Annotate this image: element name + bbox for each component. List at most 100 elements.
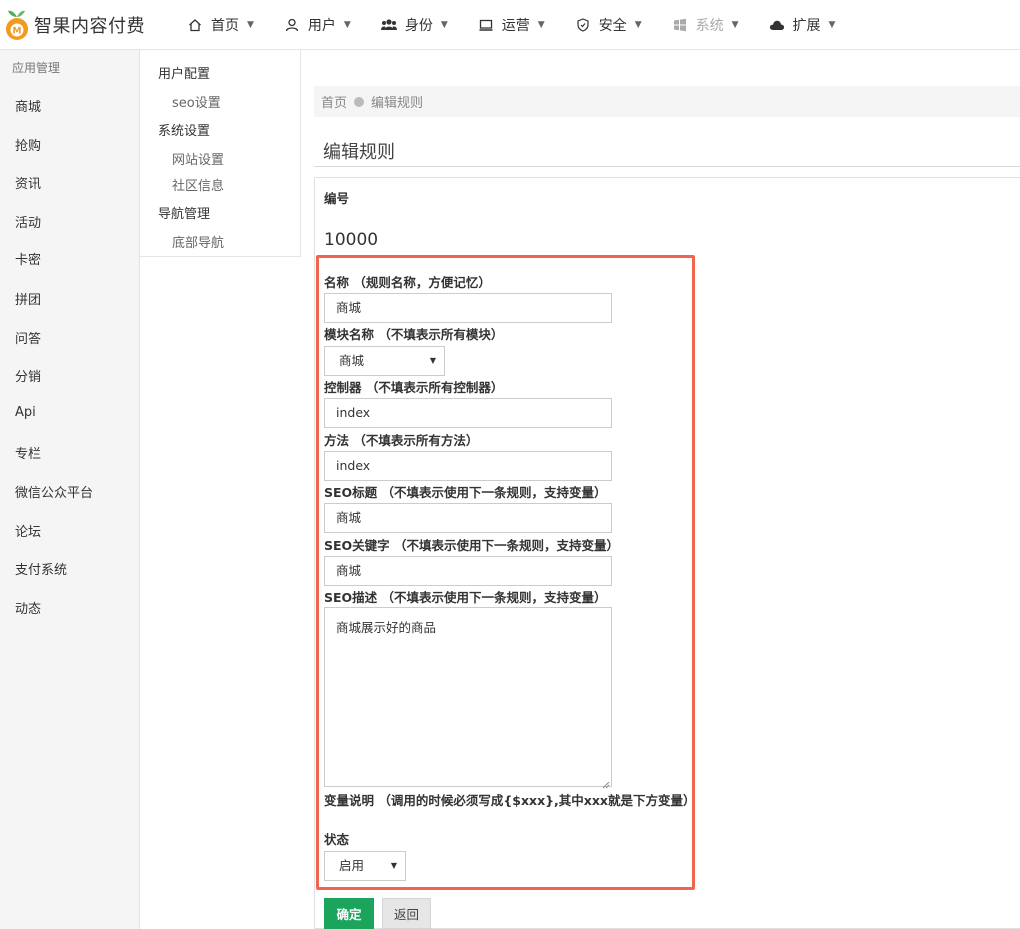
nav-system[interactable]: 系统 ▼ bbox=[661, 0, 750, 50]
breadcrumb-home[interactable]: 首页 bbox=[321, 92, 347, 111]
vars-label: 变量说明 （调用的时候必须写成{$xxx},其中xxx就是下方变量） bbox=[324, 790, 696, 809]
submenu-link-footer-nav[interactable]: 底部导航 bbox=[172, 232, 224, 251]
seo-title-label-text: SEO标题 bbox=[324, 485, 378, 500]
breadcrumb-separator-icon bbox=[354, 96, 365, 107]
nav-system-label: 系统 bbox=[695, 18, 724, 34]
sidebar-item-card-codes[interactable]: 卡密 bbox=[15, 249, 41, 268]
chevron-down-icon: ▼ bbox=[828, 20, 836, 30]
shield-icon bbox=[575, 17, 591, 33]
title-divider bbox=[314, 166, 1020, 167]
seo-keywords-label-text: SEO关键字 bbox=[324, 538, 390, 553]
controller-label-text: 控制器 bbox=[324, 380, 362, 395]
vars-label-text: 变量说明 bbox=[324, 793, 375, 808]
name-label: 名称 （规则名称，方便记忆） bbox=[324, 272, 491, 291]
chevron-down-icon: ▼ bbox=[343, 20, 351, 30]
nav-identity[interactable]: 身份 ▼ bbox=[370, 0, 459, 50]
sidebar-item-forum[interactable]: 论坛 bbox=[15, 521, 41, 540]
cloud-icon bbox=[769, 17, 785, 33]
controller-input[interactable]: index bbox=[324, 398, 612, 428]
sidebar-item-distribution[interactable]: 分销 bbox=[15, 366, 41, 385]
seo-desc-value: 商城展示好的商品 bbox=[336, 620, 437, 635]
seo-title-label-hint: （不填表示使用下一条规则，支持变量） bbox=[381, 485, 607, 500]
chevron-down-icon: ▼ bbox=[440, 20, 448, 30]
users-icon bbox=[380, 17, 397, 33]
orange-logo-icon: M bbox=[4, 8, 30, 42]
seo-desc-label-hint: （不填表示使用下一条规则，支持变量） bbox=[381, 590, 607, 605]
submenu-link-seo[interactable]: seo设置 bbox=[172, 92, 221, 111]
main-nav: 首页 ▼ 用户 ▼ 身份 ▼ 运营 ▼ 安全 ▼ 系统 ▼ 扩展 ▼ bbox=[176, 0, 854, 50]
nav-operations-label: 运营 bbox=[501, 18, 530, 34]
nav-home-label: 首页 bbox=[211, 18, 239, 34]
home-icon bbox=[187, 17, 203, 33]
nav-operations[interactable]: 运营 ▼ bbox=[467, 0, 556, 50]
back-button[interactable]: 返回 bbox=[382, 898, 431, 929]
controller-label: 控制器 （不填表示所有控制器） bbox=[324, 377, 503, 396]
sidebar-item-wechat[interactable]: 微信公众平台 bbox=[15, 482, 93, 501]
seo-desc-textarea[interactable]: 商城展示好的商品 bbox=[324, 607, 612, 789]
dropdown-arrow-icon: ▼ bbox=[429, 356, 436, 365]
brand-logo[interactable]: M 智果内容付费 bbox=[4, 8, 145, 42]
page-title: 编辑规则 bbox=[323, 142, 395, 163]
sidebar-item-events[interactable]: 活动 bbox=[15, 212, 41, 231]
module-select-value: 商城 bbox=[339, 353, 365, 368]
sidebar-item-news[interactable]: 资讯 bbox=[15, 173, 41, 192]
dropdown-arrow-icon: ▼ bbox=[390, 861, 397, 870]
submenu-group-user-config: 用户配置 bbox=[158, 67, 211, 82]
nav-user[interactable]: 用户 ▼ bbox=[273, 0, 362, 50]
name-label-text: 名称 bbox=[324, 275, 350, 290]
seo-keywords-label: SEO关键字 （不填表示使用下一条规则，支持变量） bbox=[324, 535, 619, 554]
method-label: 方法 （不填表示所有方法） bbox=[324, 430, 478, 449]
nav-home[interactable]: 首页 ▼ bbox=[176, 0, 265, 50]
submenu-link-community-info[interactable]: 社区信息 bbox=[172, 175, 224, 194]
module-label-hint: （不填表示所有模块） bbox=[378, 327, 504, 342]
method-input[interactable]: index bbox=[324, 451, 612, 481]
controller-label-hint: （不填表示所有控制器） bbox=[365, 380, 504, 395]
app-sidebar: 应用管理 商城 抢购 资讯 活动 卡密 拼团 问答 分销 Api 专栏 微信公众… bbox=[0, 50, 140, 929]
chevron-down-icon: ▼ bbox=[634, 20, 642, 30]
svg-text:M: M bbox=[13, 27, 22, 37]
resize-handle-icon[interactable] bbox=[602, 777, 610, 789]
monitor-icon bbox=[478, 17, 494, 33]
chevron-down-icon: ▼ bbox=[731, 20, 739, 30]
id-value: 10000 bbox=[324, 230, 379, 250]
vars-label-hint: （调用的时候必须写成{$xxx},其中xxx就是下方变量） bbox=[378, 793, 696, 808]
status-label: 状态 bbox=[324, 832, 350, 847]
seo-keywords-input[interactable]: 商城 bbox=[324, 556, 612, 586]
status-select[interactable]: 启用 ▼ bbox=[324, 851, 406, 881]
sidebar-item-payment[interactable]: 支付系统 bbox=[15, 559, 67, 578]
module-select[interactable]: 商城 ▼ bbox=[324, 346, 445, 376]
sidebar-item-mall[interactable]: 商城 bbox=[15, 96, 41, 115]
settings-submenu: 用户配置 seo设置 系统设置 网站设置 社区信息 导航管理 底部导航 bbox=[140, 50, 301, 257]
sidebar-item-group-buy[interactable]: 拼团 bbox=[15, 289, 41, 308]
windows-icon bbox=[672, 17, 688, 33]
sidebar-item-qa[interactable]: 问答 bbox=[15, 328, 41, 347]
name-input[interactable]: 商城 bbox=[324, 293, 612, 323]
sidebar-title: 应用管理 bbox=[12, 61, 61, 75]
method-label-text: 方法 bbox=[324, 433, 350, 448]
sidebar-item-flash-sale[interactable]: 抢购 bbox=[15, 135, 41, 154]
nav-extensions-label: 扩展 bbox=[792, 18, 821, 34]
chevron-down-icon: ▼ bbox=[537, 20, 545, 30]
id-label: 编号 bbox=[324, 191, 350, 206]
name-label-hint: （规则名称，方便记忆） bbox=[353, 275, 491, 290]
nav-security-label: 安全 bbox=[598, 18, 627, 34]
submenu-group-navigation: 导航管理 bbox=[158, 207, 211, 222]
module-label-text: 模块名称 bbox=[324, 327, 375, 342]
nav-extensions[interactable]: 扩展 ▼ bbox=[758, 0, 847, 50]
seo-title-label: SEO标题 （不填表示使用下一条规则，支持变量） bbox=[324, 482, 607, 501]
confirm-button[interactable]: 确定 bbox=[324, 898, 374, 929]
nav-security[interactable]: 安全 ▼ bbox=[564, 0, 653, 50]
chevron-down-icon: ▼ bbox=[247, 20, 254, 30]
top-navbar: M 智果内容付费 首页 ▼ 用户 ▼ 身份 ▼ 运营 ▼ 安全 ▼ 系统 ▼ 扩… bbox=[0, 0, 1020, 50]
seo-title-input[interactable]: 商城 bbox=[324, 503, 612, 533]
sidebar-item-columns[interactable]: 专栏 bbox=[15, 443, 41, 462]
submenu-group-system: 系统设置 bbox=[158, 124, 211, 139]
breadcrumb-current: 编辑规则 bbox=[371, 96, 424, 111]
sidebar-item-feed[interactable]: 动态 bbox=[15, 598, 41, 617]
sidebar-item-api[interactable]: Api bbox=[15, 405, 36, 420]
nav-user-label: 用户 bbox=[307, 18, 336, 34]
submenu-link-site-settings[interactable]: 网站设置 bbox=[172, 149, 224, 168]
seo-desc-label: SEO描述 （不填表示使用下一条规则，支持变量） bbox=[324, 587, 607, 606]
status-select-value: 启用 bbox=[339, 858, 365, 873]
seo-keywords-label-hint: （不填表示使用下一条规则，支持变量） bbox=[394, 538, 620, 553]
